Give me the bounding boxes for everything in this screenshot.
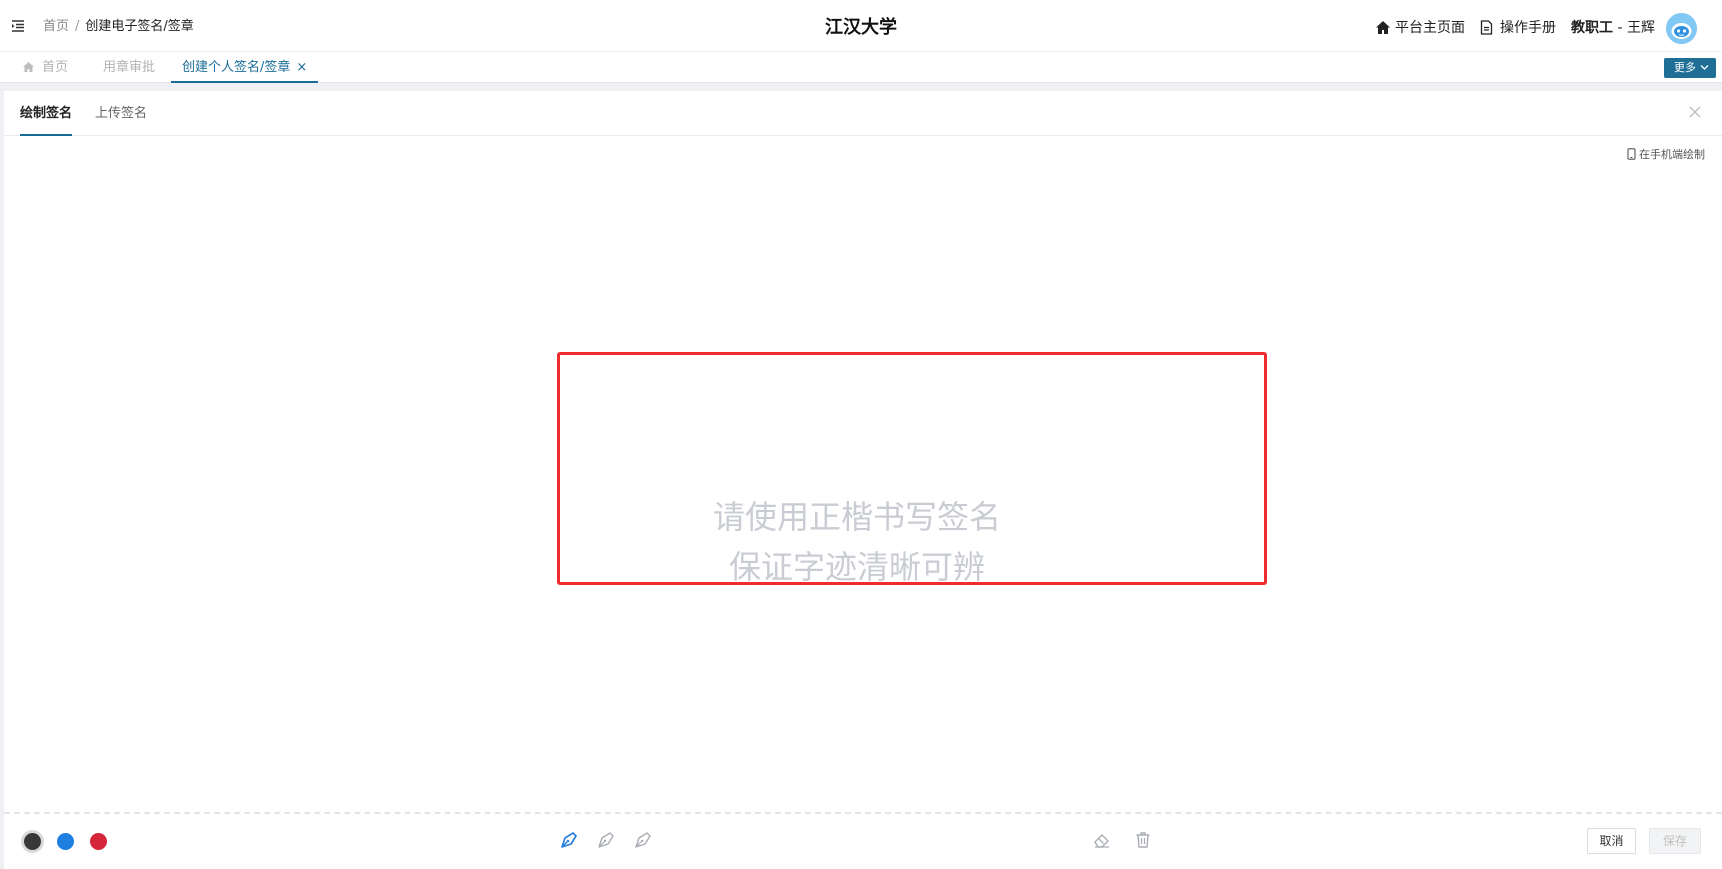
save-button[interactable]: 保存 xyxy=(1649,828,1701,854)
color-blue-swatch[interactable] xyxy=(57,833,74,850)
pen-thick-icon[interactable] xyxy=(633,830,653,850)
close-icon[interactable] xyxy=(1688,104,1702,118)
tab-create-signature[interactable]: 创建个人签名/签章 × xyxy=(171,52,319,83)
signature-canvas[interactable]: 请使用正楷书写签名 保证字迹清晰可辨 xyxy=(4,137,1722,807)
cancel-button[interactable]: 取消 xyxy=(1587,828,1636,854)
tab-upload-signature[interactable]: 上传签名 xyxy=(95,106,147,136)
signature-mode-tabs: 绘制签名 上传签名 xyxy=(4,91,1722,136)
breadcrumb-separator: / xyxy=(75,19,80,34)
breadcrumb-home[interactable]: 首页 xyxy=(43,19,69,34)
top-header: 首页 / 创建电子签名/签章 江汉大学 平台主页面 操作手册 教职工 - 王辉 xyxy=(0,0,1722,52)
home-icon xyxy=(1376,21,1390,34)
placeholder-line-1: 请使用正楷书写签名 xyxy=(712,498,1001,536)
page-tabs-bar: 首页 用章审批 创建个人签名/签章 × xyxy=(0,52,1722,83)
tab-home-label: 首页 xyxy=(42,60,69,75)
platform-home-label: 平台主页面 xyxy=(1395,20,1465,36)
eraser-icon[interactable] xyxy=(1092,830,1112,850)
placeholder-line-2: 保证字迹清晰可辨 xyxy=(728,548,985,586)
document-icon xyxy=(1480,20,1493,35)
user-separator: - xyxy=(1613,20,1627,36)
signature-placeholder: 请使用正楷书写签名 保证字迹清晰可辨 xyxy=(557,492,1157,592)
avatar[interactable] xyxy=(1666,13,1697,44)
breadcrumb-current: 创建电子签名/签章 xyxy=(85,19,194,34)
signature-panel: 绘制签名 上传签名 在手机端绘制 请使用正楷书写签名 保证字迹清晰可辨 取消 保… xyxy=(4,91,1722,869)
tab-create-signature-label: 创建个人签名/签章 xyxy=(182,60,291,75)
user-name: 王辉 xyxy=(1626,20,1655,36)
more-button-label: 更多 xyxy=(1674,61,1696,74)
breadcrumb: 首页 / 创建电子签名/签章 xyxy=(43,19,194,35)
pen-thin-icon[interactable] xyxy=(559,830,579,850)
more-button[interactable]: 更多 xyxy=(1664,58,1716,78)
color-red-swatch[interactable] xyxy=(90,833,107,850)
user-role: 教职工 xyxy=(1571,20,1613,36)
manual-label: 操作手册 xyxy=(1500,20,1556,36)
color-black-swatch[interactable] xyxy=(24,833,41,850)
chevron-down-icon xyxy=(1700,65,1709,70)
user-menu[interactable]: 教职工 - 王辉 xyxy=(1571,19,1655,37)
trash-icon[interactable] xyxy=(1133,830,1153,850)
pen-medium-icon[interactable] xyxy=(596,830,616,850)
home-icon xyxy=(23,62,34,72)
tab-draw-signature[interactable]: 绘制签名 xyxy=(20,106,73,136)
signature-toolbar: 取消 保存 xyxy=(4,812,1722,869)
avatar-robot-icon xyxy=(1666,13,1697,44)
tab-seal-approval[interactable]: 用章审批 xyxy=(103,52,155,83)
tab-close-icon[interactable]: × xyxy=(296,60,307,75)
menu-toggle-icon[interactable] xyxy=(11,19,25,33)
